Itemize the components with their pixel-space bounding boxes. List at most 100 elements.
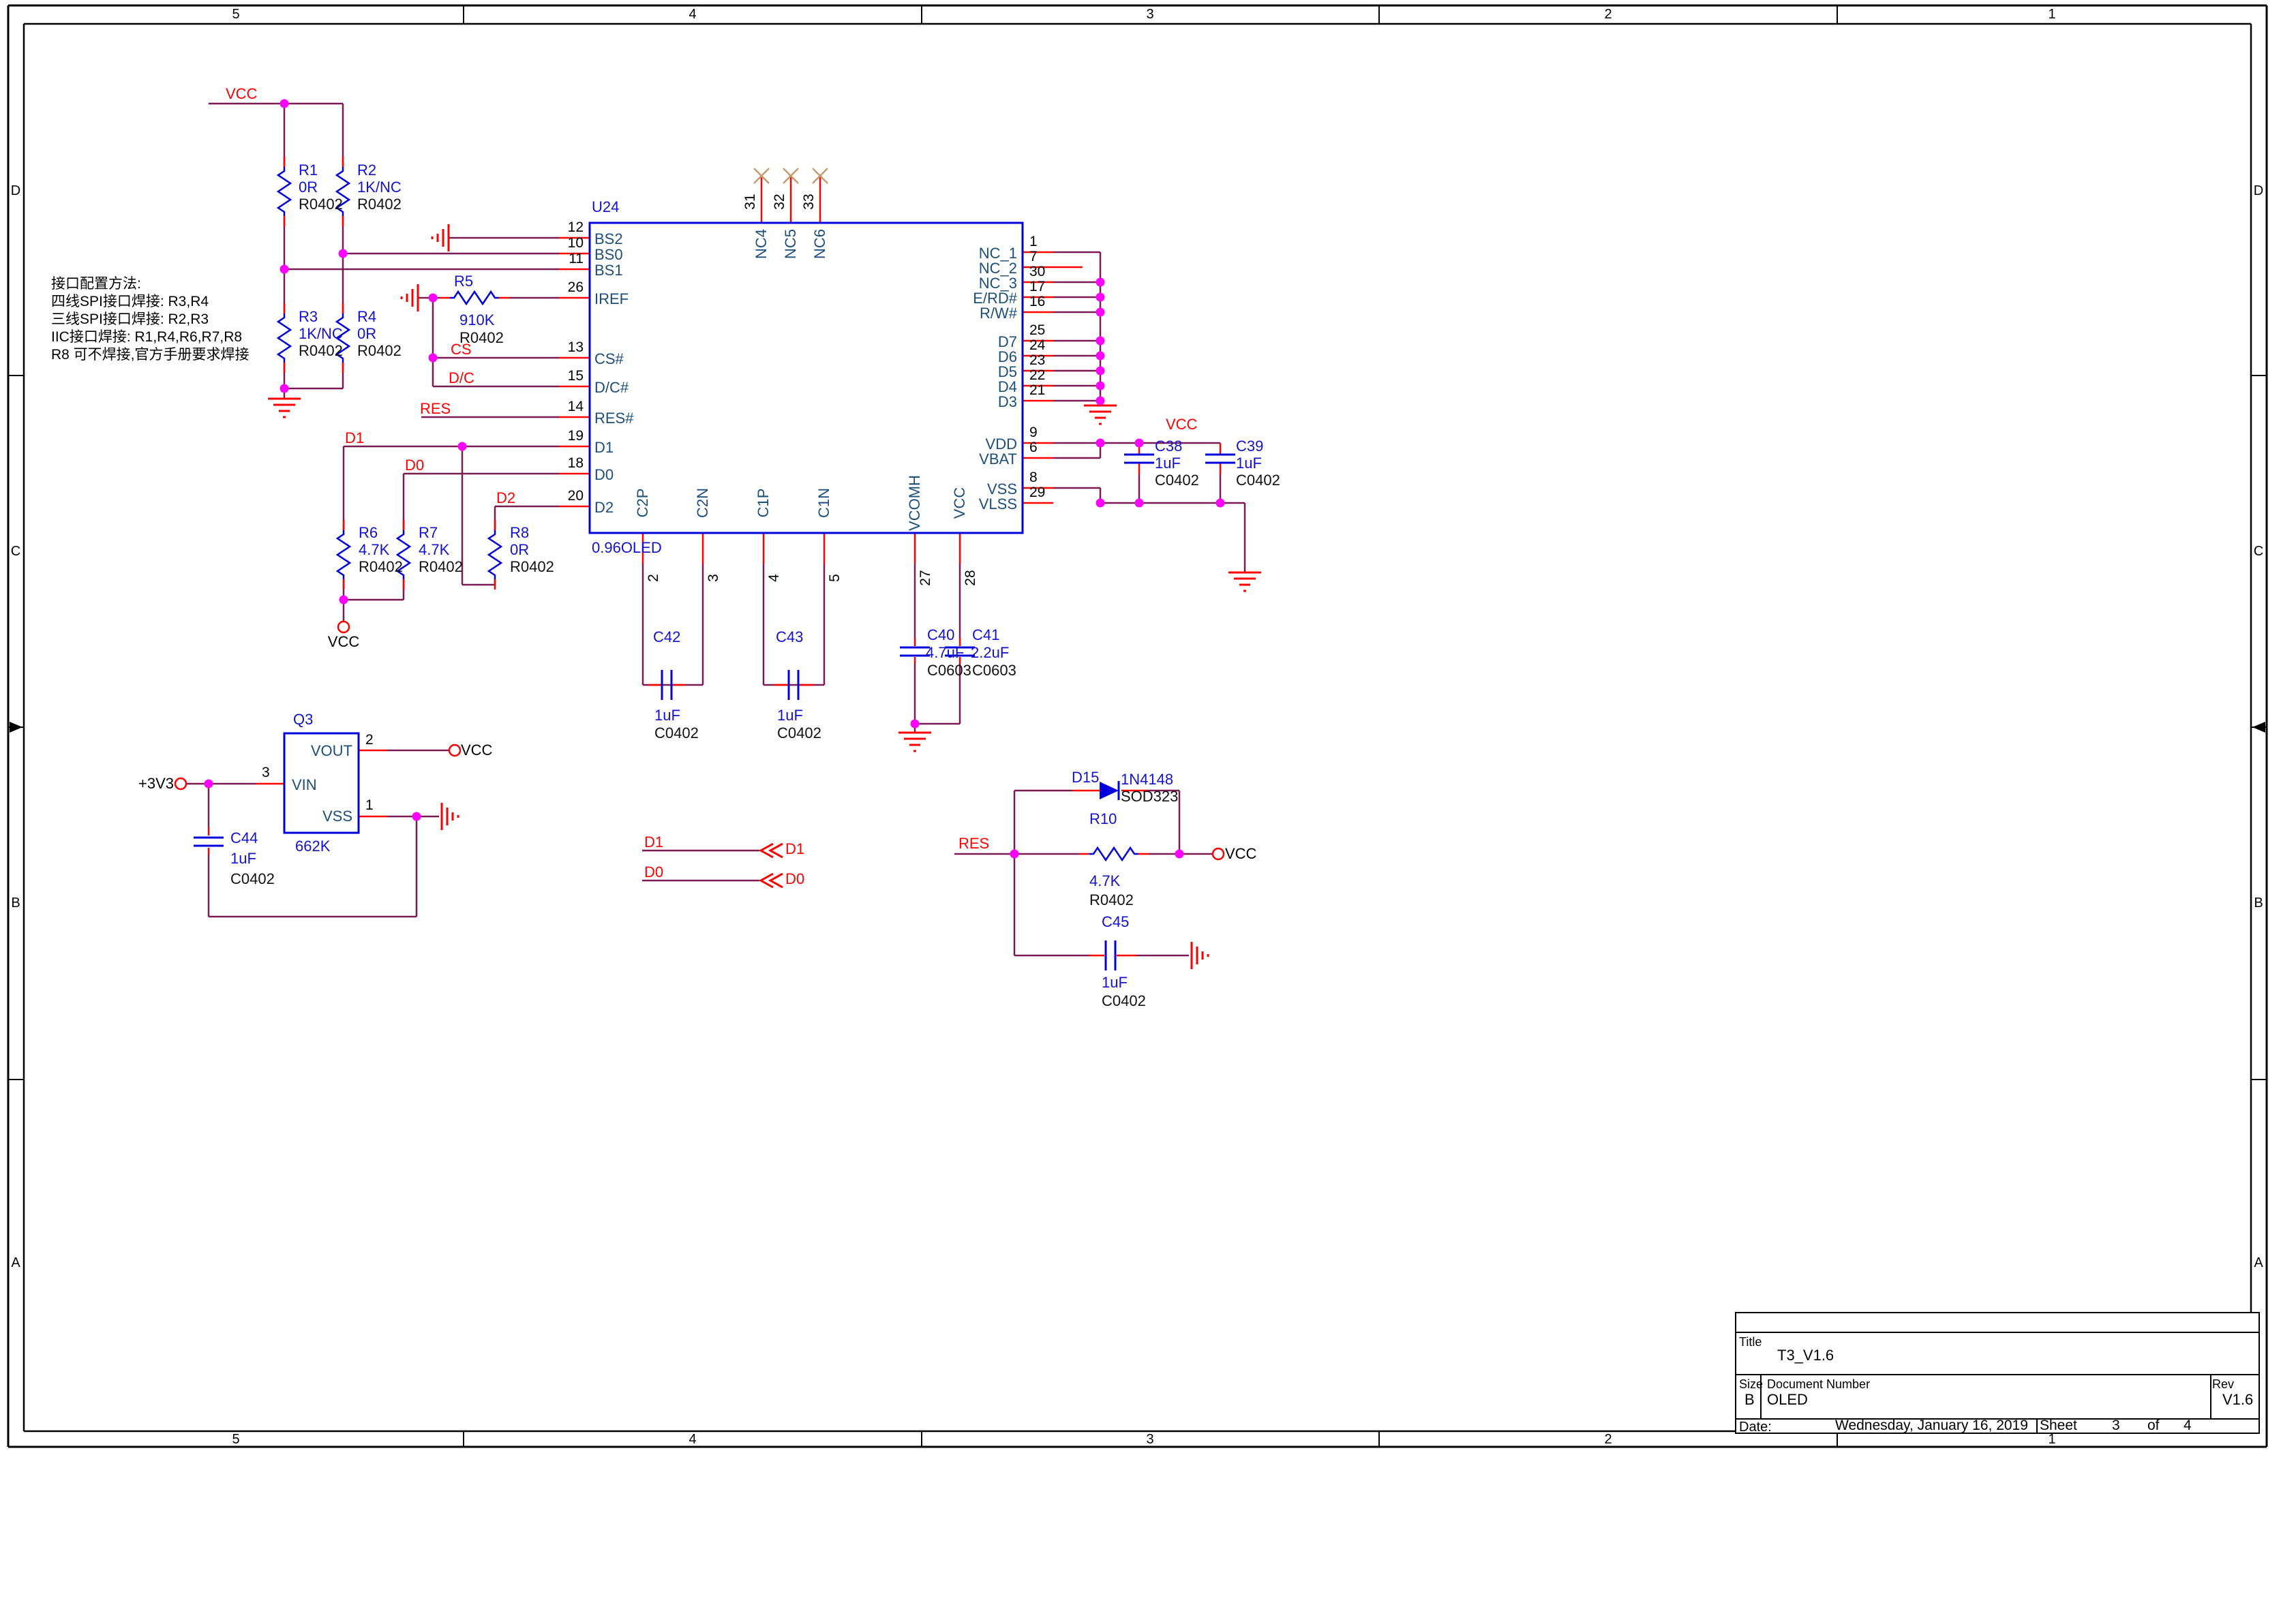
component-ref-R1: R1 — [299, 162, 318, 179]
junction-dot — [339, 596, 348, 605]
component-ref-C41: C41 — [972, 627, 999, 643]
border-col-top: 3 — [1123, 6, 1177, 22]
component-value-C43: 1uF — [777, 707, 803, 724]
component-ref-D15: D15 — [1072, 769, 1099, 786]
junction-dot — [429, 294, 438, 303]
net-label-d2: D2 — [496, 490, 515, 506]
component-ref-R5: R5 — [454, 273, 473, 290]
net-label-d0: D0 — [405, 457, 424, 474]
pin-number: 24 — [1029, 337, 1045, 354]
doc-number-label: Document Number — [1767, 1376, 1870, 1392]
date-label: Date: — [1739, 1419, 1772, 1435]
junction-dot — [1216, 499, 1225, 508]
pin-name-D0: D0 — [594, 467, 614, 483]
pin-name-D/C#: D/C# — [594, 380, 629, 396]
pin-number: 6 — [1029, 440, 1038, 456]
component-value-C42: 1uF — [654, 707, 680, 724]
component-value-C45: 1uF — [1102, 975, 1128, 991]
resistor-icon — [278, 313, 290, 363]
junction-dot — [1135, 499, 1144, 508]
doc-number-value: OLED — [1767, 1392, 1808, 1408]
net-label-d0: D0 — [644, 864, 663, 881]
component-footprint-R2: R0402 — [357, 196, 402, 213]
component-value-R2: 1K/NC — [357, 179, 402, 196]
junction-dot — [1096, 308, 1105, 317]
component-footprint-C41: C0603 — [972, 662, 1016, 679]
pin-name-D1: D1 — [594, 440, 614, 456]
junction-dot — [458, 442, 467, 451]
component-footprint-C39: C0402 — [1236, 472, 1280, 489]
net-label-vcc: VCC — [1166, 416, 1197, 433]
component-footprint-C42: C0402 — [654, 725, 699, 741]
pin-name-R/W#: R/W# — [949, 305, 1017, 322]
junction-dot — [429, 354, 438, 363]
power-label-vcc: VCC — [1225, 846, 1256, 862]
title-block-line — [1736, 1374, 2259, 1375]
power-port-icon — [338, 622, 349, 632]
junction-dot — [1096, 439, 1105, 448]
pin-name-C1P: C1P — [755, 459, 772, 547]
component-value-C41: 2.2uF — [971, 645, 1009, 661]
pin-number: 16 — [1029, 294, 1045, 310]
pin-number: 21 — [1029, 382, 1045, 399]
border-row-right: C — [2245, 543, 2272, 560]
component-ref-R4: R4 — [357, 309, 376, 325]
pin-name-NC5: NC5 — [783, 200, 799, 288]
net-label-vcc: VCC — [226, 86, 257, 102]
border-col-bottom: 4 — [665, 1431, 720, 1448]
pin-number: 12 — [517, 219, 584, 236]
component-footprint-C43: C0402 — [777, 725, 821, 741]
component-ref-R8: R8 — [510, 525, 529, 541]
pin-name-RES#: RES# — [594, 410, 633, 427]
pin-number: 15 — [517, 368, 584, 384]
pin-name-C2P: C2P — [635, 459, 651, 547]
diode-icon — [1100, 782, 1119, 799]
resistor-icon — [450, 292, 499, 304]
component-ref-C39: C39 — [1236, 438, 1263, 455]
offpage-chevron-icon — [770, 874, 783, 887]
junction-dot — [1096, 278, 1105, 287]
border-col-bottom: 2 — [1581, 1431, 1635, 1448]
pin-number: 18 — [517, 455, 584, 472]
component-value-R6: 4.7K — [359, 542, 389, 558]
pin-number: 13 — [517, 339, 584, 356]
pin-number: 30 — [1029, 264, 1045, 280]
junction-dot — [911, 720, 920, 729]
border-row-right: B — [2245, 895, 2272, 911]
component-ref-R7: R7 — [419, 525, 438, 541]
border-row-left: C — [1, 543, 30, 560]
pin-name-NC4: NC4 — [753, 200, 770, 288]
component-footprint-R4: R0402 — [357, 343, 402, 359]
pin-name-VSS: VSS — [284, 808, 352, 825]
component-value-R5: 910K — [459, 312, 494, 328]
pin-name-D3: D3 — [949, 394, 1017, 410]
component-value-R10: 4.7K — [1089, 873, 1120, 889]
pin-number: 10 — [517, 235, 584, 251]
junction-dot — [280, 100, 289, 108]
net-label-d1: D1 — [785, 841, 804, 857]
junction-dot — [1135, 439, 1144, 448]
pin-name-NC6: NC6 — [812, 200, 828, 288]
date-value: Wednesday, January 16, 2019 — [1835, 1418, 2028, 1434]
component-footprint-R3: R0402 — [299, 343, 343, 359]
pin-number: 29 — [1029, 485, 1045, 501]
border-row-right: D — [2245, 183, 2272, 199]
component-ref-C45: C45 — [1102, 914, 1129, 930]
component-value-C39: 1uF — [1236, 455, 1262, 472]
pin-number: 26 — [517, 279, 584, 296]
junction-dot — [280, 384, 289, 393]
component-footprint-R1: R0402 — [299, 196, 343, 213]
border-row-right: A — [2245, 1255, 2272, 1271]
component-footprint-R10: R0402 — [1089, 892, 1134, 908]
pin-number: 20 — [517, 488, 584, 504]
component-footprint-C45: C0402 — [1102, 993, 1146, 1009]
pin-name-CS#: CS# — [594, 351, 624, 367]
pin-number: 23 — [1029, 352, 1045, 369]
offpage-chevron-icon — [770, 844, 783, 857]
regulator-ref: Q3 — [293, 711, 313, 728]
component-value-R8: 0R — [510, 542, 529, 558]
pin-name-C1N: C1N — [816, 459, 832, 547]
note-line: IIC接口焊接: R1,R4,R6,R7,R8 — [51, 328, 242, 346]
net-label-cs: CS — [451, 341, 472, 358]
junction-dot — [205, 780, 213, 789]
